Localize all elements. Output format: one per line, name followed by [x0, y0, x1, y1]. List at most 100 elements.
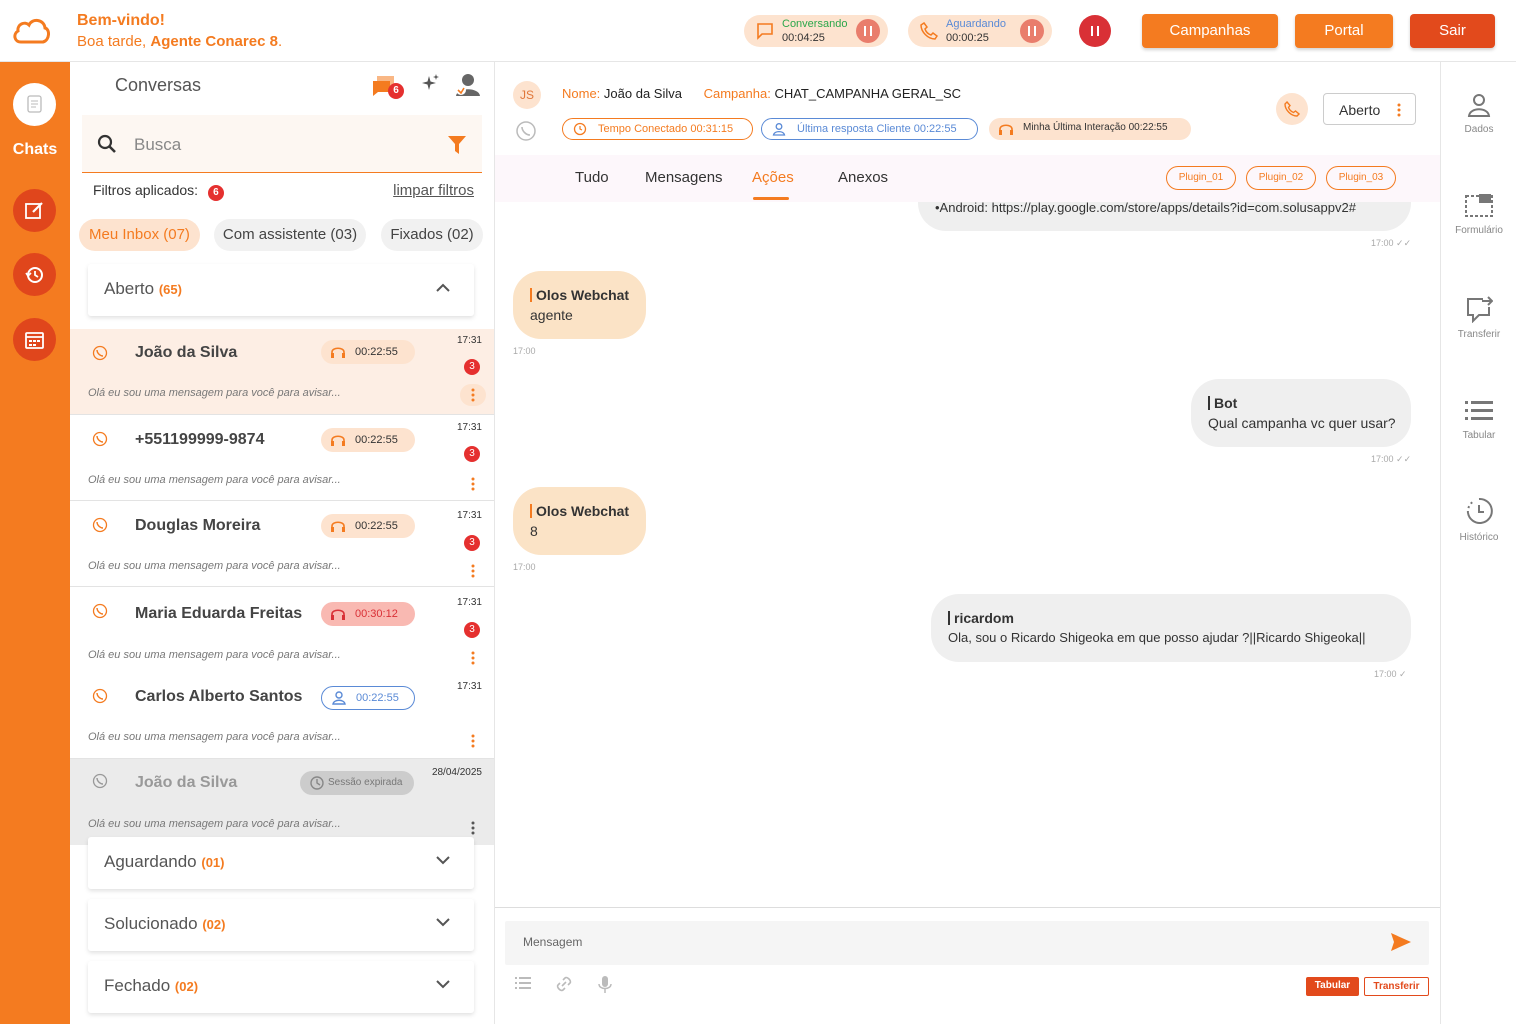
conversation-item[interactable]: Carlos Alberto Santos 00:22:55 17:31 Olá… — [70, 673, 494, 759]
pause-aguardando-button[interactable] — [1020, 19, 1044, 43]
clock-icon — [310, 776, 324, 790]
conversation-item-expired[interactable]: João da Silva Sessão expirada 28/04/2025… — [70, 759, 494, 845]
agent-profile-icon[interactable] — [454, 72, 482, 98]
chip-com-assistente[interactable]: Com assistente (03) — [214, 219, 366, 251]
form-icon — [1465, 194, 1493, 217]
list-icon[interactable] — [515, 976, 531, 990]
plugin-01-button[interactable]: Plugin_01 — [1166, 166, 1236, 190]
chip-meu-inbox[interactable]: Meu Inbox (07) — [79, 219, 200, 251]
status-conversando-label: Conversando — [782, 18, 848, 30]
clear-filters-link[interactable]: limpar filtros — [393, 182, 474, 199]
search-field[interactable]: Busca — [82, 115, 482, 173]
ultima-resposta-text: Última resposta Cliente 00:22:55 — [797, 123, 957, 135]
session-expired-text: Sessão expirada — [328, 777, 403, 788]
last-message-time: 17:31 — [456, 422, 482, 433]
call-button[interactable] — [1276, 93, 1308, 125]
plugin-03-button[interactable]: Plugin_03 — [1326, 166, 1396, 190]
tab-acoes[interactable]: Ações — [752, 169, 794, 186]
rail-item-formulario-label: Formulário — [1455, 225, 1503, 236]
chats-nav-button[interactable] — [13, 83, 56, 126]
left-rail: Chats — [0, 62, 70, 1024]
message-text: Ola, sou o Ricardo Shigeoka em que posso… — [948, 630, 1366, 645]
tab-mensagens[interactable]: Mensagens — [645, 169, 723, 186]
kebab-icon[interactable] — [471, 821, 475, 835]
section-solucionado-count: (02) — [202, 917, 226, 932]
filters-count-badge: 6 — [207, 185, 224, 201]
timer-value: 00:22:55 — [355, 520, 398, 532]
status-dropdown-button[interactable]: Aberto — [1323, 93, 1416, 125]
conversation-item[interactable]: +551199999-9874 00:22:55 17:31 3 Olá eu … — [70, 415, 494, 501]
pause-conversando-button[interactable] — [856, 19, 880, 43]
section-aberto[interactable]: Aberto (65) — [88, 264, 474, 316]
conversation-item[interactable]: João da Silva 00:22:55 17:31 3 Olá eu so… — [70, 329, 494, 415]
tab-anexos[interactable]: Anexos — [838, 169, 888, 186]
message-bubble-outgoing: •Android: https://play.google.com/store/… — [918, 202, 1411, 231]
transferir-button[interactable]: Transferir — [1364, 977, 1429, 996]
section-solucionado-label: Solucionado — [104, 914, 198, 933]
notifications-button[interactable]: 6 — [370, 73, 404, 101]
message-list: •Android: https://play.google.com/store/… — [495, 202, 1441, 907]
message-text: agente — [530, 307, 573, 323]
history-icon — [25, 267, 43, 283]
status-aguardando-label: Aguardando — [946, 18, 1006, 30]
person-icon — [1467, 94, 1491, 117]
contact-info-line: Nome: João da Silva Campanha: CHAT_CAMPA… — [562, 86, 961, 101]
message-sender: Bot — [1208, 395, 1237, 411]
minha-ultima-interacao-text: Minha Última Interação 00:22:55 — [1023, 122, 1168, 133]
conversation-item[interactable]: Douglas Moreira 00:22:55 17:31 3 Olá eu … — [70, 501, 494, 587]
list-icon — [1465, 401, 1493, 420]
phone-icon — [920, 22, 938, 40]
message-bubble-outgoing: Bot Qual campanha vc quer usar? — [1191, 379, 1411, 447]
kebab-icon[interactable] — [471, 477, 475, 491]
kebab-icon[interactable] — [471, 651, 475, 665]
conversation-panel: Conversas 6 Busca Filtros aplicados: 6 l… — [70, 62, 494, 1024]
chip-fixados[interactable]: Fixados (02) — [381, 219, 483, 251]
clock-icon — [573, 122, 587, 136]
section-aguardando-label: Aguardando — [104, 852, 197, 871]
campanhas-button[interactable]: Campanhas — [1142, 14, 1278, 48]
rail-item-tabular-label: Tabular — [1462, 430, 1496, 441]
sparkle-icon[interactable] — [422, 74, 440, 92]
rail-item-tabular[interactable]: Tabular — [1441, 398, 1516, 441]
send-icon[interactable] — [1391, 933, 1411, 951]
chevron-down-icon — [436, 918, 450, 927]
last-message-time: 17:31 — [456, 335, 482, 346]
conversation-item[interactable]: Maria Eduarda Freitas 00:30:12 17:31 3 O… — [70, 587, 494, 673]
microphone-icon[interactable] — [598, 976, 612, 994]
pause-all-button[interactable] — [1079, 15, 1111, 47]
kebab-icon[interactable] — [471, 564, 475, 578]
more-options-button[interactable] — [460, 384, 486, 406]
minha-ultima-interacao-badge: Minha Última Interação 00:22:55 — [989, 118, 1191, 140]
rail-item-transferir-label: Transferir — [1457, 329, 1501, 340]
sair-button[interactable]: Sair — [1410, 14, 1495, 48]
rail-item-transferir[interactable]: Transferir — [1441, 295, 1516, 340]
phone-icon — [1284, 101, 1300, 117]
filter-icon[interactable] — [448, 136, 466, 154]
kebab-icon[interactable] — [471, 734, 475, 748]
section-fechado-count: (02) — [174, 979, 199, 994]
message-input[interactable]: Mensagem — [505, 921, 1429, 965]
rail-item-historico[interactable]: Histórico — [1441, 496, 1516, 543]
new-chat-button[interactable] — [13, 189, 56, 232]
chat-bubble-icon — [757, 23, 773, 40]
attach-link-icon[interactable] — [556, 976, 572, 992]
kebab-icon — [1397, 103, 1401, 117]
section-fechado[interactable]: Fechado (02) — [88, 961, 474, 1013]
portal-button[interactable]: Portal — [1295, 14, 1393, 48]
history-nav-button[interactable] — [13, 253, 56, 296]
plugin-02-button[interactable]: Plugin_02 — [1246, 166, 1316, 190]
section-aguardando[interactable]: Aguardando (01) — [88, 837, 474, 889]
section-solucionado[interactable]: Solucionado (02) — [88, 899, 474, 951]
rail-item-formulario[interactable]: Formulário — [1441, 193, 1516, 236]
welcome-title: Bem-vindo! — [77, 12, 165, 29]
last-message-time: 28/04/2025 — [431, 767, 482, 778]
tab-tudo[interactable]: Tudo — [575, 169, 609, 186]
rail-item-dados[interactable]: Dados — [1441, 92, 1516, 135]
unread-badge: 3 — [464, 359, 480, 375]
agent-name: Agente Conarec 8 — [150, 33, 278, 50]
message-timestamp: 17:00 ✓ — [1374, 669, 1407, 679]
calendar-nav-button[interactable] — [13, 318, 56, 361]
headset-icon — [331, 521, 345, 532]
section-aguardando-count: (01) — [201, 855, 225, 870]
tabular-button[interactable]: Tabular — [1306, 977, 1359, 996]
